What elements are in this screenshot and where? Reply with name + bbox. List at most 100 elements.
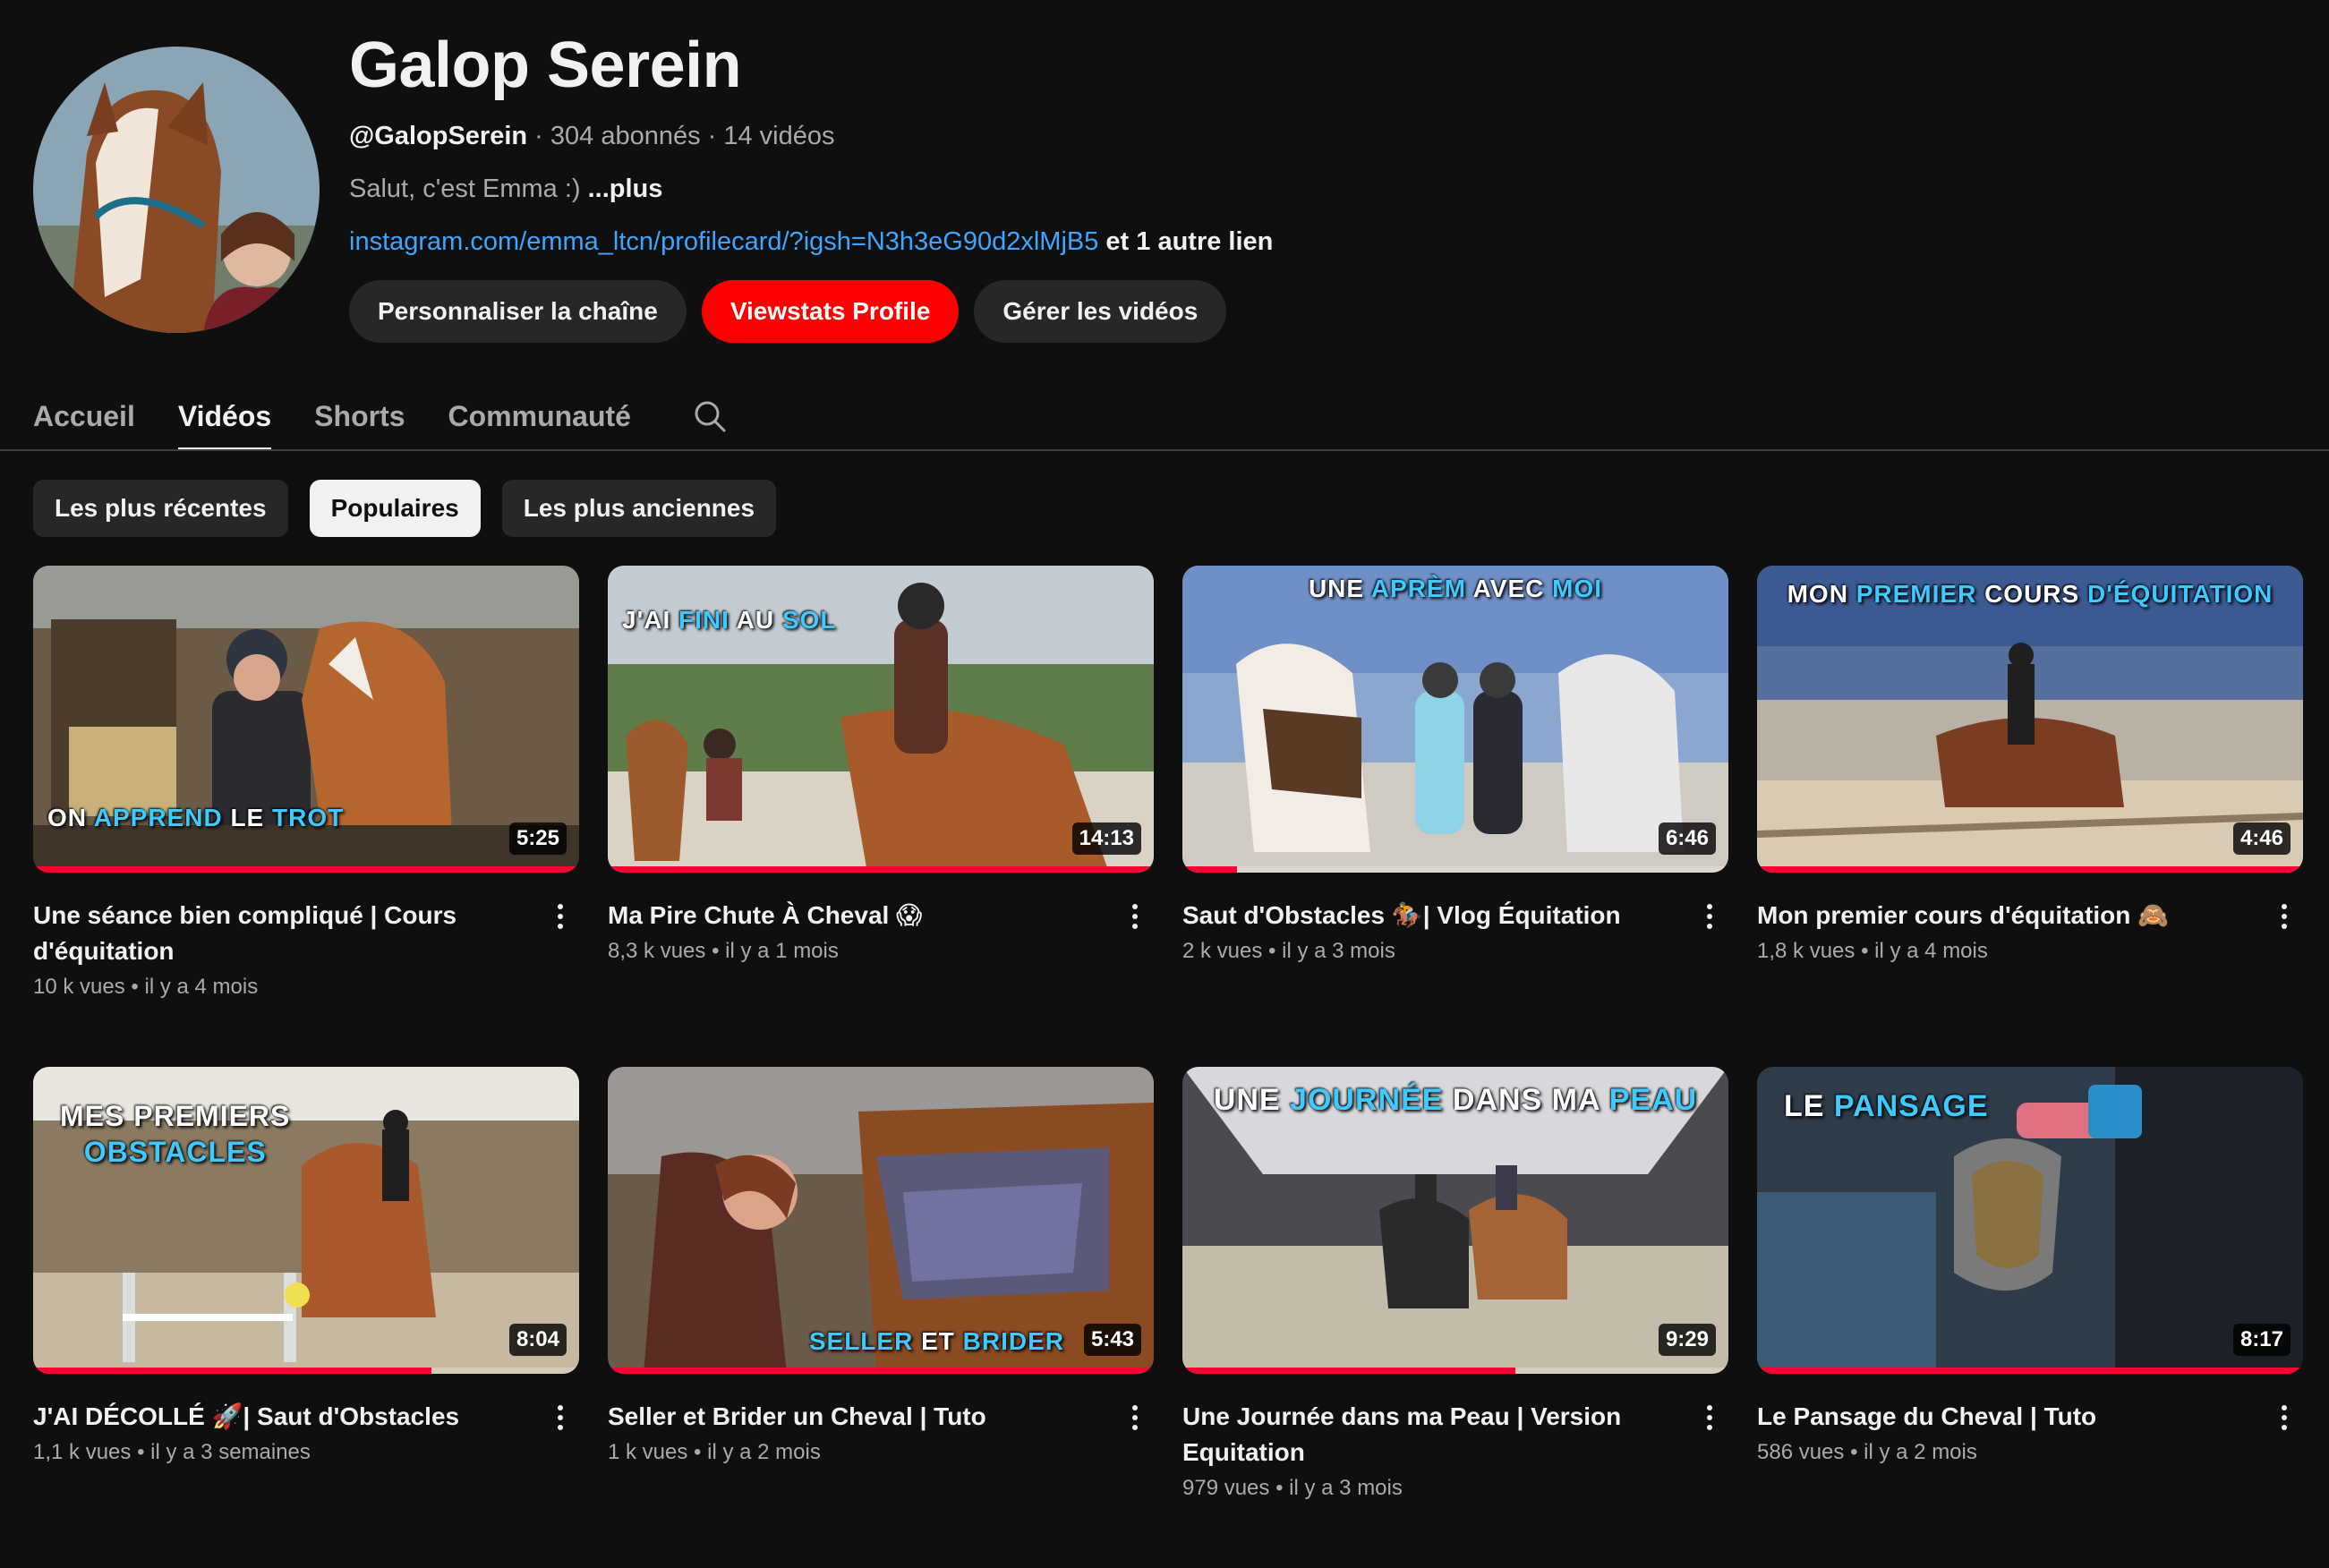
more-actions-icon[interactable]	[1122, 1400, 1148, 1436]
tab-communaute[interactable]: Communauté	[448, 385, 631, 447]
caption-part: COURS	[1976, 580, 2087, 608]
meta-separator: •	[1844, 1440, 1864, 1464]
tab-accueil[interactable]: Accueil	[33, 385, 135, 447]
video-thumbnail[interactable]: UNE JOURNÉE DANS MA PEAU 9:29	[1182, 1067, 1728, 1374]
channel-description[interactable]: Salut, c'est Emma :) ...plus	[349, 175, 1273, 204]
more-actions-icon[interactable]	[547, 1400, 574, 1436]
more-actions-icon[interactable]	[547, 899, 574, 934]
video-duration: 9:29	[1658, 1324, 1716, 1356]
caption-part: OBSTACLES	[83, 1136, 267, 1168]
video-age: il y a 1 mois	[725, 939, 839, 963]
filter-oldest[interactable]: Les plus anciennes	[501, 480, 777, 537]
video-meta: 586 vues • il y a 2 mois	[1757, 1440, 2303, 1465]
video-views: 1,8 k vues	[1757, 939, 1856, 963]
video-age: il y a 4 mois	[1874, 939, 1988, 963]
video-card[interactable]: ON APPREND LE TROT 5:25 Une séance bien co…	[33, 566, 579, 1067]
video-card[interactable]: J'AI FINI AU SOL 14:13 Ma Pire Chute À Che…	[608, 566, 1154, 1067]
video-title[interactable]: Le Pansage du Cheval | Tuto	[1757, 1399, 2258, 1435]
video-thumbnail[interactable]: MES PREMIERS OBSTACLES 8:04	[33, 1067, 579, 1374]
meta-separator: •	[1269, 1476, 1290, 1500]
caption-part: LE	[222, 804, 273, 831]
video-duration: 5:43	[1083, 1324, 1141, 1356]
watch-progress-bar	[608, 866, 1154, 873]
video-title[interactable]: Une séance bien compliqué | Cours d'équi…	[33, 898, 534, 969]
caption-part: ET	[913, 1327, 963, 1355]
channel-stats: · 304 abonnés · 14 vidéos	[527, 122, 835, 150]
watch-progress-bar	[33, 866, 579, 873]
video-card[interactable]: UNE APRÈM AVEC MOI 6:46 Saut d'Obstacles 🏇…	[1182, 566, 1728, 1067]
video-views: 586 vues	[1757, 1440, 1845, 1464]
thumbnail-image	[1182, 566, 1728, 873]
video-title[interactable]: Seller et Brider un Cheval | Tuto	[608, 1399, 1109, 1435]
video-title[interactable]: Saut d'Obstacles 🏇| Vlog Équitation	[1182, 898, 1684, 933]
video-views: 8,3 k vues	[608, 939, 706, 963]
video-duration: 4:46	[2232, 822, 2291, 855]
caption-part: D'ÉQUITATION	[2086, 580, 2274, 608]
description-text: Salut, c'est Emma :)	[349, 175, 588, 203]
tab-videos[interactable]: Vidéos	[177, 385, 272, 451]
video-title[interactable]: Mon premier cours d'équitation 🙈	[1757, 898, 2258, 933]
channel-avatar[interactable]	[33, 47, 320, 333]
channel-links: instagram.com/emma_ltcn/profilecard/?igs…	[349, 227, 1273, 257]
thumbnail-caption: UNE JOURNÉE DANS MA PEAU	[1182, 1083, 1728, 1118]
video-meta: 10 k vues • il y a 4 mois	[33, 975, 579, 1000]
video-age: il y a 2 mois	[1864, 1440, 1977, 1464]
video-thumbnail[interactable]: LE PANSAGE 8:17	[1757, 1067, 2303, 1374]
more-actions-icon[interactable]	[2271, 899, 2298, 934]
more-actions-icon[interactable]	[1696, 1400, 1723, 1436]
thumbnail-image	[1757, 566, 2303, 873]
video-meta: 979 vues • il y a 3 mois	[1182, 1476, 1728, 1501]
video-thumbnail[interactable]: SELLER ET BRIDER 5:43	[608, 1067, 1154, 1374]
tab-shorts[interactable]: Shorts	[314, 385, 405, 447]
video-title[interactable]: J'AI DÉCOLLÉ 🚀| Saut d'Obstacles	[33, 1399, 534, 1435]
caption-part: PANSAGE	[1833, 1089, 1989, 1123]
video-title[interactable]: Ma Pire Chute À Cheval 😱	[608, 898, 1109, 933]
video-thumbnail[interactable]: J'AI FINI AU SOL 14:13	[608, 566, 1154, 873]
tabs-divider	[0, 449, 2329, 451]
caption-part: MON	[1787, 580, 1856, 608]
channel-tabs: Accueil Vidéos Shorts Communauté	[33, 385, 728, 451]
thumbnail-caption: ON APPREND LE TROT	[47, 804, 344, 832]
caption-part: MOI	[1552, 575, 1603, 602]
video-thumbnail[interactable]: MON PREMIER COURS D'ÉQUITATION 4:46	[1757, 566, 2303, 873]
thumbnail-caption: LE PANSAGE	[1784, 1089, 1989, 1124]
caption-part: LE	[1784, 1089, 1834, 1123]
meta-separator: •	[705, 939, 726, 963]
watch-progress-track	[1182, 866, 1728, 873]
video-meta: 2 k vues • il y a 3 mois	[1182, 939, 1728, 964]
meta-separator: •	[1262, 939, 1283, 963]
video-thumbnail[interactable]: UNE APRÈM AVEC MOI 6:46	[1182, 566, 1728, 873]
channel-link[interactable]: instagram.com/emma_ltcn/profilecard/?igs…	[349, 227, 1098, 256]
video-meta: 1,1 k vues • il y a 3 semaines	[33, 1440, 579, 1465]
filter-popular[interactable]: Populaires	[309, 480, 481, 537]
watch-progress-bar	[1757, 1368, 2303, 1374]
video-card[interactable]: UNE JOURNÉE DANS MA PEAU 9:29 Une Journée …	[1182, 1067, 1728, 1568]
filter-recent[interactable]: Les plus récentes	[33, 480, 288, 537]
video-card[interactable]: MES PREMIERS OBSTACLES 8:04 J'AI DÉCOLLÉ 🚀|…	[33, 1067, 579, 1568]
video-age: il y a 3 semaines	[150, 1440, 311, 1464]
more-actions-icon[interactable]	[2271, 1400, 2298, 1436]
meta-separator: •	[124, 975, 145, 999]
video-card[interactable]: LE PANSAGE 8:17 Le Pansage du Cheval | Tut…	[1757, 1067, 2303, 1568]
video-views: 2 k vues	[1182, 939, 1263, 963]
channel-name: Galop Serein	[349, 30, 742, 101]
other-links[interactable]: et 1 autre lien	[1098, 227, 1273, 256]
manage-videos-button[interactable]: Gérer les vidéos	[974, 280, 1227, 343]
more-actions-icon[interactable]	[1122, 899, 1148, 934]
more-actions-icon[interactable]	[1696, 899, 1723, 934]
video-card[interactable]: MON PREMIER COURS D'ÉQUITATION 4:46 Mon pr…	[1757, 566, 2303, 1067]
customize-channel-button[interactable]: Personnaliser la chaîne	[349, 280, 687, 343]
meta-separator: •	[1855, 939, 1875, 963]
video-card[interactable]: SELLER ET BRIDER 5:43 Seller et Brider un …	[608, 1067, 1154, 1568]
video-title[interactable]: Une Journée dans ma Peau | Version Equit…	[1182, 1399, 1684, 1470]
search-icon[interactable]	[692, 398, 728, 434]
caption-part: UNE	[1308, 575, 1371, 602]
video-age: il y a 4 mois	[144, 975, 259, 999]
viewstats-profile-button[interactable]: Viewstats Profile	[701, 280, 960, 343]
watch-progress-bar	[33, 1368, 432, 1374]
thumbnail-caption: UNE APRÈM AVEC MOI	[1182, 575, 1728, 603]
sort-filters: Les plus récentes Populaires Les plus an…	[33, 480, 777, 537]
video-thumbnail[interactable]: ON APPREND LE TROT 5:25	[33, 566, 579, 873]
description-more[interactable]: ...plus	[588, 175, 663, 203]
video-meta: 1 k vues • il y a 2 mois	[608, 1440, 1154, 1465]
